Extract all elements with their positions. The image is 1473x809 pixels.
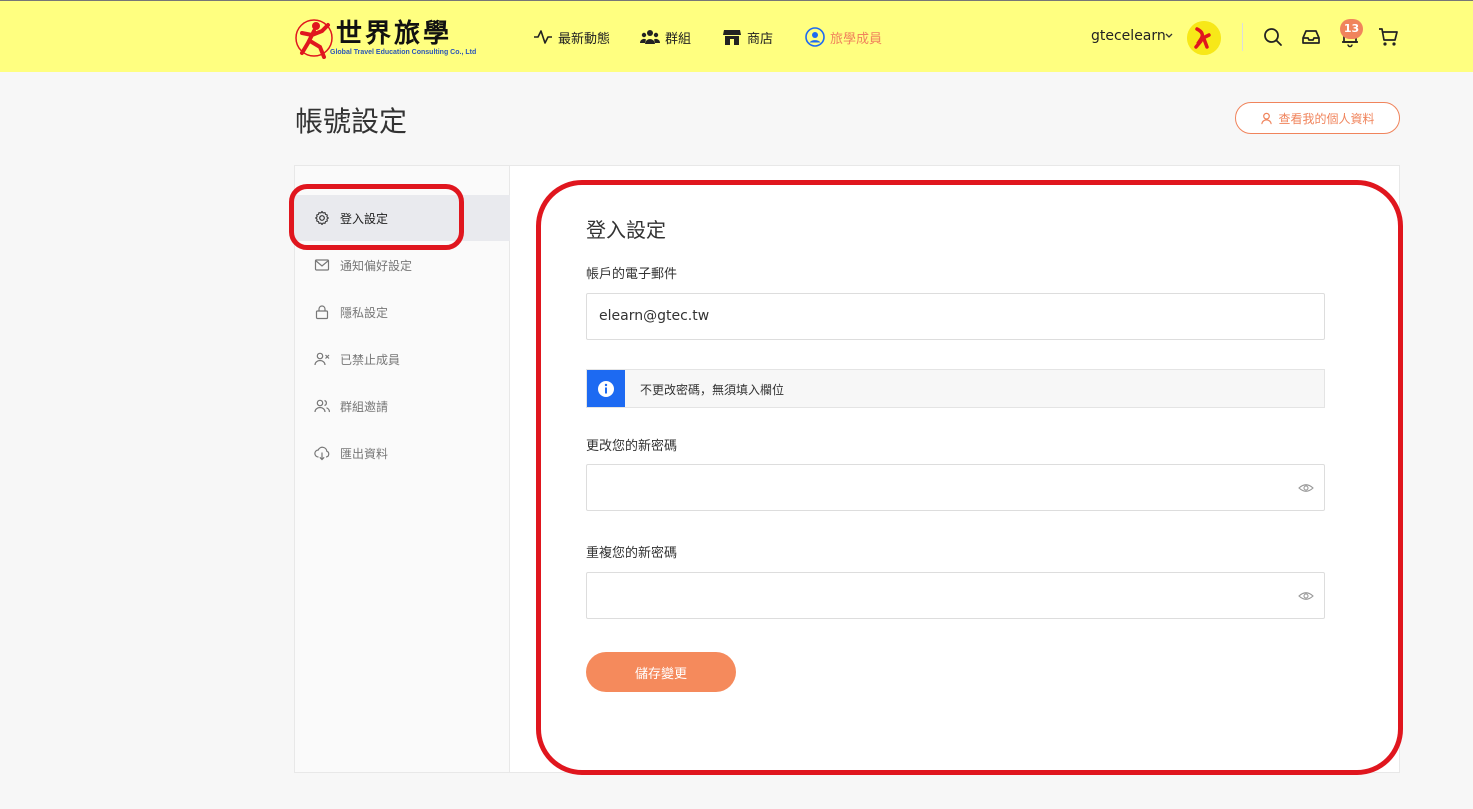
logo-figure-icon xyxy=(295,19,333,59)
highlight-sidebar-annotation xyxy=(289,184,464,250)
sidebar-item-label: 群組邀請 xyxy=(340,399,389,414)
nav-item-label: 商店 xyxy=(747,31,774,47)
sidebar-item-label: 隱私設定 xyxy=(340,305,389,320)
nav-item-members[interactable]: 旅學成員 xyxy=(805,25,882,49)
username[interactable]: gtecelearn xyxy=(1091,28,1166,44)
inbox-icon[interactable] xyxy=(1300,26,1322,48)
avatar[interactable] xyxy=(1187,21,1221,55)
top-bar: 世界旅學 Global Travel Education Consulting … xyxy=(0,0,1473,72)
nav-item-label: 最新動態 xyxy=(558,31,611,47)
activity-icon xyxy=(534,30,552,44)
highlight-form-annotation xyxy=(536,180,1403,775)
user-x-icon xyxy=(314,352,330,366)
page-title: 帳號設定 xyxy=(295,105,408,138)
site-logo[interactable]: 世界旅學 Global Travel Education Consulting … xyxy=(294,17,506,61)
users-icon xyxy=(314,399,330,413)
logo-subtitle: Global Travel Education Consulting Co., … xyxy=(330,49,477,56)
header-divider xyxy=(1242,23,1243,51)
view-profile-label: 查看我的個人資料 xyxy=(1278,111,1375,126)
search-icon[interactable] xyxy=(1262,26,1284,48)
nav-item-label: 旅學成員 xyxy=(830,31,883,47)
logo-title: 世界旅學 xyxy=(336,19,453,49)
cloud-download-icon xyxy=(314,446,330,461)
lock-icon xyxy=(315,305,329,320)
notification-count-badge: 13 xyxy=(1340,19,1363,39)
nav-item-groups[interactable]: 群組 xyxy=(640,25,691,49)
sidebar-item-blocked-members[interactable]: 已禁止成員 xyxy=(295,336,510,382)
sidebar-item-privacy[interactable]: 隱私設定 xyxy=(295,289,510,335)
nav-item-activity[interactable]: 最新動態 xyxy=(533,25,610,49)
store-icon xyxy=(723,30,741,45)
sidebar-item-label: 通知偏好設定 xyxy=(340,258,413,273)
member-icon xyxy=(805,27,825,47)
cart-icon[interactable] xyxy=(1377,26,1399,48)
view-profile-button[interactable]: 查看我的個人資料 xyxy=(1235,102,1400,134)
chevron-down-icon[interactable] xyxy=(1164,31,1174,41)
mail-icon xyxy=(314,259,330,271)
sidebar-item-export-data[interactable]: 匯出資料 xyxy=(295,430,510,476)
user-icon xyxy=(1261,112,1273,124)
nav-item-label: 群組 xyxy=(665,31,692,47)
settings-sidebar: 登入設定 通知偏好設定 隱私設定 已禁止成員 群組邀請 匯出資料 xyxy=(295,166,510,772)
avatar-logo-icon xyxy=(1187,21,1221,55)
nav-item-shop[interactable]: 商店 xyxy=(722,25,773,49)
sidebar-item-label: 已禁止成員 xyxy=(340,352,401,367)
sidebar-item-group-invites[interactable]: 群組邀請 xyxy=(295,383,510,429)
sidebar-item-label: 匯出資料 xyxy=(340,446,389,461)
users-icon xyxy=(640,30,660,44)
